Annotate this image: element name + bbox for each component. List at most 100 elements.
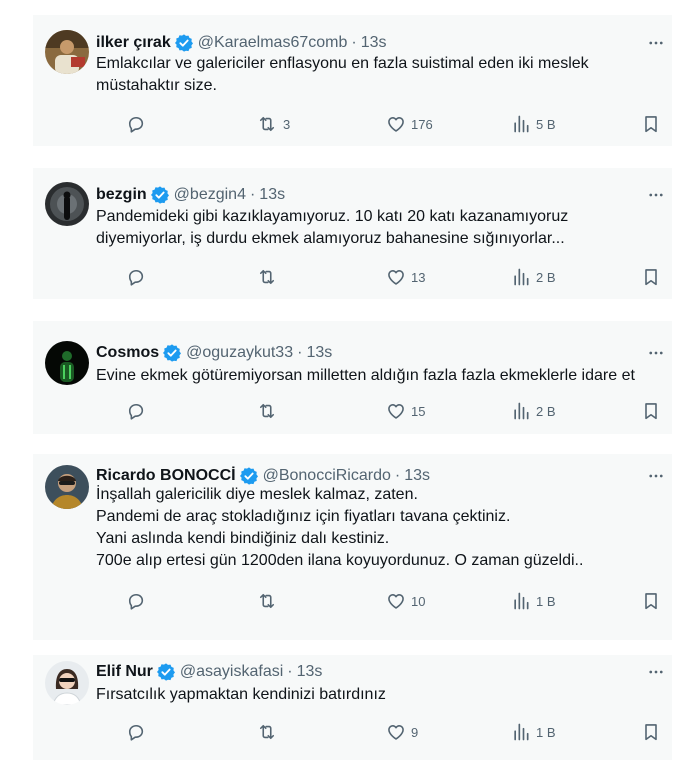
reply-icon <box>126 114 146 134</box>
views-count: 2 B <box>536 403 556 419</box>
more-icon[interactable] <box>646 343 666 363</box>
reply-icon <box>126 722 146 742</box>
tweet-header: ilker çırak @Karaelmas67comb · 13s <box>96 31 664 55</box>
retweet-button[interactable]: 3 <box>256 112 290 136</box>
tweet-card[interactable]: bezgin @bezgin4 · 13s Pandemideki gibi kazık… <box>33 168 672 299</box>
views-button[interactable]: 1 B <box>511 589 556 613</box>
retweet-icon <box>256 722 278 742</box>
tweet-text-line: Yani aslında kendi bindiğiniz dalı kesti… <box>96 530 390 547</box>
separator-dot: · <box>351 34 357 51</box>
tweet-text: Pandemideki gibi kazıklayamıyoruz. 10 ka… <box>96 206 658 250</box>
reply-button[interactable] <box>126 112 151 136</box>
tweet-card[interactable]: Cosmos @oguzaykut33 · 13s Evine ekmek götüre… <box>33 321 672 434</box>
likes-count: 9 <box>411 724 419 740</box>
tweet-header: Elif Nur @asayiskafasi · 13s <box>96 660 664 684</box>
likes-count: 15 <box>411 403 426 419</box>
author-handle[interactable]: @BonocciRicardo <box>263 467 391 485</box>
more-icon[interactable] <box>646 662 666 682</box>
tweet-card[interactable]: Ricardo BONOCCİ @BonocciRicardo · 13s İnşall… <box>33 454 672 640</box>
avatar[interactable] <box>45 465 89 509</box>
tweet-text-line: Evine ekmek götüremiyorsan milletten ald… <box>96 367 635 384</box>
like-icon <box>386 114 406 134</box>
like-button[interactable]: 176 <box>386 112 433 136</box>
bookmark-icon <box>641 267 661 287</box>
like-icon <box>386 722 406 742</box>
author-handle[interactable]: @bezgin4 <box>174 186 246 204</box>
tweet-feed: ilker çırak @Karaelmas67comb · 13s Emlakcıla… <box>0 0 675 766</box>
author-handle[interactable]: @oguzaykut33 <box>186 344 293 362</box>
tweet-text-line: diyemiyorlar, iş durdu ekmek alamıyoruz … <box>96 230 565 247</box>
reply-button[interactable] <box>126 589 151 613</box>
verified-icon <box>239 466 259 486</box>
more-icon[interactable] <box>646 33 666 53</box>
views-button[interactable]: 2 B <box>511 265 556 289</box>
views-icon <box>511 114 531 134</box>
tweet-actions: 3 176 5 B <box>96 112 662 136</box>
avatar[interactable] <box>45 341 89 385</box>
reply-button[interactable] <box>126 265 151 289</box>
tweet-actions: 15 2 B <box>96 399 662 423</box>
likes-count: 13 <box>411 269 426 285</box>
avatar[interactable] <box>45 30 89 74</box>
views-count: 5 B <box>536 116 556 132</box>
author-name[interactable]: Elif Nur <box>96 663 153 681</box>
like-button[interactable]: 10 <box>386 589 425 613</box>
reply-icon <box>126 267 146 287</box>
tweet-card[interactable]: Elif Nur @asayiskafasi · 13s Fırsatcılık yap… <box>33 655 672 760</box>
more-icon[interactable] <box>646 185 666 205</box>
bookmark-button[interactable] <box>641 399 661 423</box>
like-button[interactable]: 15 <box>386 399 425 423</box>
views-icon <box>511 722 531 742</box>
author-handle[interactable]: @Karaelmas67comb <box>198 34 348 52</box>
tweet-text-line: müstahaktır size. <box>96 77 217 94</box>
views-button[interactable]: 2 B <box>511 399 556 423</box>
separator-dot: · <box>287 663 293 680</box>
like-icon <box>386 267 406 287</box>
reply-button[interactable] <box>126 720 151 744</box>
avatar[interactable] <box>45 182 89 226</box>
author-name[interactable]: bezgin <box>96 186 147 204</box>
timestamp[interactable]: 13s <box>404 467 430 485</box>
likes-count: 176 <box>411 116 433 132</box>
retweet-button[interactable] <box>256 399 283 423</box>
timestamp[interactable]: 13s <box>306 344 332 362</box>
timestamp[interactable]: 13s <box>259 186 285 204</box>
author-name[interactable]: Ricardo BONOCCİ <box>96 467 236 485</box>
separator-dot: · <box>394 467 401 484</box>
tweet-text: Evine ekmek götüremiyorsan milletten ald… <box>96 365 658 387</box>
views-button[interactable]: 5 B <box>511 112 556 136</box>
avatar[interactable] <box>45 661 89 705</box>
like-button[interactable]: 9 <box>386 720 418 744</box>
bookmark-button[interactable] <box>641 589 661 613</box>
reply-icon <box>126 401 146 421</box>
author-handle[interactable]: @asayiskafasi <box>180 663 283 681</box>
reply-icon <box>126 591 146 611</box>
retweet-button[interactable] <box>256 589 283 613</box>
bookmark-button[interactable] <box>641 112 661 136</box>
like-button[interactable]: 13 <box>386 265 425 289</box>
views-icon <box>511 591 531 611</box>
retweet-button[interactable] <box>256 720 283 744</box>
tweet-header: Cosmos @oguzaykut33 · 13s <box>96 341 664 365</box>
views-button[interactable]: 1 B <box>511 720 556 744</box>
tweet-text: İnşallah galericilik diye meslek kalmaz,… <box>96 484 658 572</box>
timestamp[interactable]: 13s <box>361 34 387 52</box>
bookmark-icon <box>641 114 661 134</box>
author-name[interactable]: ilker çırak <box>96 34 171 52</box>
tweet-card[interactable]: ilker çırak @Karaelmas67comb · 13s Emlakcıla… <box>33 15 672 146</box>
tweet-text-line: Emlakcılar ve galericiler enflasyonu en … <box>96 55 589 72</box>
tweet-actions: 13 2 B <box>96 265 662 289</box>
retweet-icon <box>256 591 278 611</box>
more-icon[interactable] <box>646 466 666 486</box>
verified-icon <box>156 662 176 682</box>
tweet-text-line: İnşallah galericilik diye meslek kalmaz,… <box>96 486 418 503</box>
bookmark-button[interactable] <box>641 265 661 289</box>
like-icon <box>386 401 406 421</box>
reply-button[interactable] <box>126 399 151 423</box>
timestamp[interactable]: 13s <box>297 663 323 681</box>
retweet-button[interactable] <box>256 265 283 289</box>
bookmark-button[interactable] <box>641 720 661 744</box>
author-name[interactable]: Cosmos <box>96 344 159 362</box>
views-icon <box>511 267 531 287</box>
retweets-count: 3 <box>283 116 291 132</box>
